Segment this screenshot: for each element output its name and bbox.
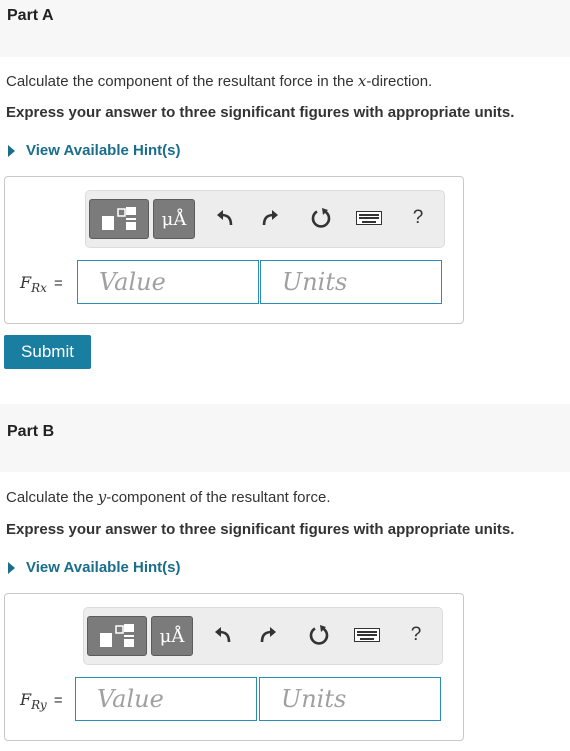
help-button[interactable]: ? bbox=[404, 623, 428, 647]
part-b-label-sub: Ry bbox=[31, 698, 47, 713]
part-b-units-placeholder: Units bbox=[281, 685, 347, 713]
part-a-question-post: -direction. bbox=[366, 73, 433, 90]
help-icon: ? bbox=[412, 207, 424, 228]
keyboard-button[interactable] bbox=[352, 623, 382, 647]
templates-button[interactable] bbox=[89, 199, 149, 239]
units-button[interactable]: μÅ bbox=[151, 616, 193, 656]
part-b-question-post: -component of the resultant force. bbox=[106, 489, 331, 506]
part-a-hint-label: View Available Hint(s) bbox=[26, 142, 181, 159]
redo-icon bbox=[260, 627, 276, 643]
part-a-header bbox=[0, 0, 570, 57]
part-a-question: Calculate the component of the resultant… bbox=[6, 72, 432, 90]
part-b-question: Calculate the y-component of the resulta… bbox=[6, 488, 331, 506]
keyboard-icon bbox=[354, 628, 380, 642]
part-b-hint-link[interactable]: View Available Hint(s) bbox=[6, 559, 181, 576]
part-a-units-input[interactable]: Units bbox=[260, 260, 442, 304]
part-b-instruction: Express your answer to three significant… bbox=[6, 521, 515, 538]
part-b-variable-label: FRy = bbox=[20, 690, 63, 712]
part-b-label-eq: = bbox=[53, 692, 63, 709]
undo-button[interactable] bbox=[209, 623, 237, 647]
part-b-math-toolbar: μÅ ? bbox=[83, 607, 443, 665]
units-button[interactable]: μÅ bbox=[153, 199, 195, 239]
templates-button[interactable] bbox=[87, 616, 147, 656]
part-b-hint-label: View Available Hint(s) bbox=[26, 559, 181, 576]
part-a-label-sub: Rx bbox=[31, 281, 47, 296]
units-icon: μÅ bbox=[159, 625, 185, 647]
reset-button[interactable] bbox=[307, 206, 335, 230]
help-button[interactable]: ? bbox=[406, 206, 430, 230]
units-icon: μÅ bbox=[161, 208, 187, 230]
part-b-question-pre: Calculate the bbox=[6, 489, 98, 506]
keyboard-icon bbox=[356, 211, 382, 225]
reset-icon bbox=[309, 625, 329, 645]
part-a-label-eq: = bbox=[54, 275, 63, 292]
undo-icon bbox=[215, 627, 231, 643]
redo-icon bbox=[262, 210, 278, 226]
undo-button[interactable] bbox=[211, 206, 239, 230]
templates-icon bbox=[100, 624, 134, 647]
redo-button[interactable] bbox=[256, 206, 284, 230]
part-a-units-placeholder: Units bbox=[282, 268, 348, 296]
part-b-answer-box: μÅ ? FRy = Value Units bbox=[4, 593, 464, 741]
keyboard-button[interactable] bbox=[354, 206, 384, 230]
part-b-value-input[interactable]: Value bbox=[75, 677, 257, 721]
part-b-title: Part B bbox=[7, 423, 55, 440]
part-b-units-input[interactable]: Units bbox=[259, 677, 441, 721]
templates-icon bbox=[102, 207, 136, 230]
part-b-value-placeholder: Value bbox=[97, 685, 164, 713]
part-a-answer-box: μÅ ? FRx = Value Units bbox=[4, 176, 464, 324]
part-a-title: Part A bbox=[7, 7, 54, 24]
part-a-math-toolbar: μÅ ? bbox=[85, 190, 445, 248]
part-a-value-input[interactable]: Value bbox=[77, 260, 259, 304]
help-icon: ? bbox=[410, 624, 422, 645]
part-a-hint-link[interactable]: View Available Hint(s) bbox=[6, 142, 181, 159]
part-a-variable-label: FRx = bbox=[20, 273, 63, 295]
part-b-question-var: y bbox=[97, 488, 107, 506]
part-a-value-placeholder: Value bbox=[99, 268, 166, 296]
submit-button[interactable]: Submit bbox=[4, 335, 91, 369]
undo-icon bbox=[217, 210, 233, 226]
expand-triangle-icon bbox=[8, 561, 15, 574]
reset-icon bbox=[311, 208, 331, 228]
part-a-question-pre: Calculate the component of the resultant… bbox=[6, 73, 358, 90]
expand-triangle-icon bbox=[8, 144, 15, 157]
part-a-instruction: Express your answer to three significant… bbox=[6, 104, 515, 121]
part-b-header bbox=[0, 404, 570, 472]
part-b-label-main: F bbox=[20, 690, 32, 709]
reset-button[interactable] bbox=[305, 623, 333, 647]
redo-button[interactable] bbox=[254, 623, 282, 647]
part-a-label-main: F bbox=[20, 273, 32, 292]
